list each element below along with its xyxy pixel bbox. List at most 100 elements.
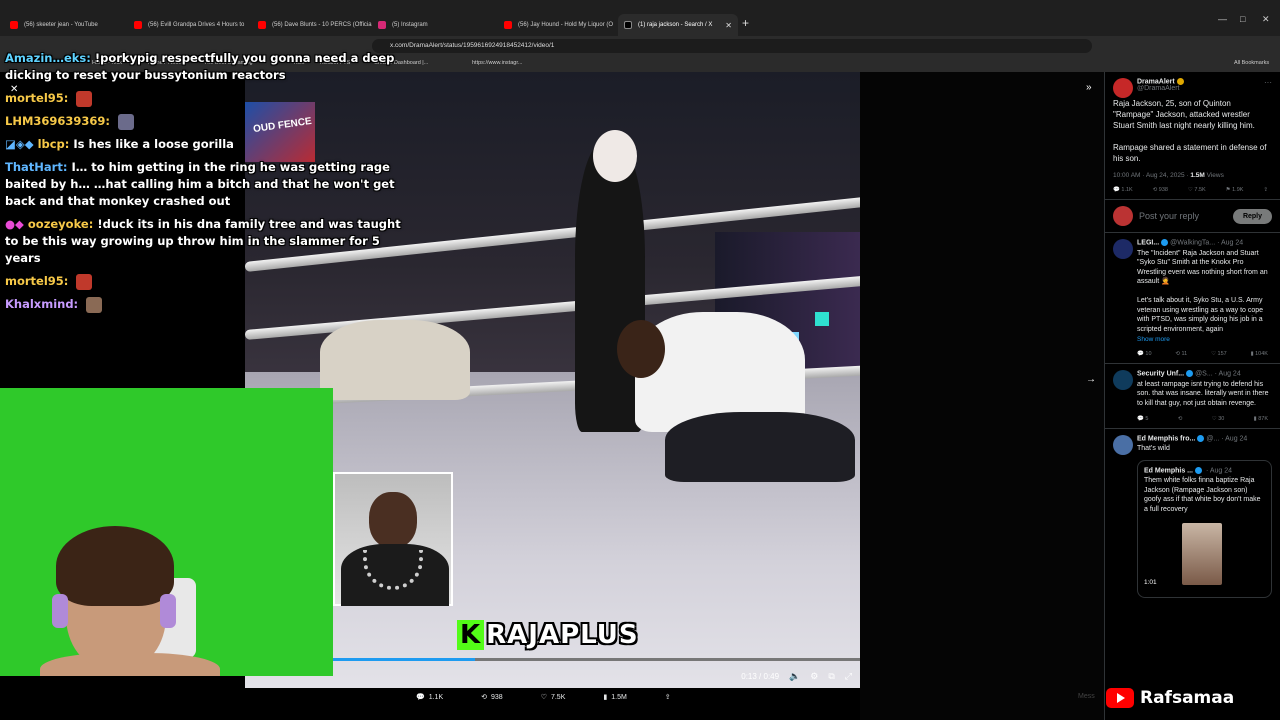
fullscreen-icon[interactable]: ⤢ xyxy=(845,671,852,682)
close-media-icon[interactable]: ✕ xyxy=(10,84,18,95)
reply-stat[interactable]: 💬 5 xyxy=(1137,416,1148,422)
repost-count: 11 xyxy=(1181,351,1188,358)
video-progress-bar[interactable] xyxy=(333,658,860,661)
like-action[interactable]: ♡ 7.5K xyxy=(541,693,566,702)
reply-button[interactable]: Reply xyxy=(1232,208,1272,224)
screen: (56) skeeter jean - YouTube (56) Evill G… xyxy=(0,0,1280,720)
close-tab-icon[interactable]: ✕ xyxy=(725,21,732,30)
instagram-icon xyxy=(378,21,386,29)
chat-message: LHM369639369: xyxy=(5,113,405,130)
new-tab-button[interactable]: + xyxy=(742,16,749,30)
close-window-button[interactable]: ✕ xyxy=(1262,14,1270,25)
post-date: Aug 24 xyxy=(1218,370,1241,378)
volume-icon[interactable]: 🔈 xyxy=(789,671,800,682)
bookmark-item[interactable]: https://www.instagr... xyxy=(472,60,522,66)
webcam-person-hair xyxy=(56,526,174,606)
reply-post[interactable]: LEGI... @WalkingTa... · Aug 24 The "Incid… xyxy=(1105,233,1280,365)
chat-message: mortel95: xyxy=(5,90,405,107)
avatar[interactable] xyxy=(1113,370,1133,391)
main-post: DramaAlert @DramaAlert ··· Raja Jackson,… xyxy=(1105,72,1280,201)
tab-x-search[interactable]: (1) raja jackson - Search / X ✕ xyxy=(618,14,738,36)
tab-youtube-jay-hound[interactable]: (56) Jay Hound - Hold My Liquor (O xyxy=(498,14,618,36)
verified-badge-icon xyxy=(1195,466,1203,474)
share-action[interactable]: ⇪ xyxy=(665,693,671,701)
post-author[interactable]: DramaAlert xyxy=(1137,78,1272,85)
kick-logo: K xyxy=(457,620,485,650)
video-victim-figure xyxy=(665,412,855,482)
chat-text: Is hes like a loose gorilla xyxy=(73,137,234,151)
repost-action[interactable]: ⟲ 938 xyxy=(481,693,503,702)
tab-label: (5) Instagram xyxy=(392,22,428,28)
post-text: at least rampage isnt trying to defend h… xyxy=(1137,380,1269,407)
view-count: 1.5M xyxy=(611,693,627,701)
video-facepaint-head xyxy=(593,130,637,182)
repost-icon: ⟲ xyxy=(481,694,487,701)
tab-youtube-dave-blunts[interactable]: (56) Dave Blunts - 10 PERCS (Officia xyxy=(252,14,372,36)
maximize-button[interactable]: □ xyxy=(1240,14,1245,24)
tab-instagram[interactable]: (5) Instagram xyxy=(372,14,492,36)
avatar[interactable] xyxy=(1113,78,1133,98)
reply-input[interactable]: Post your reply xyxy=(1139,211,1227,221)
reply-post[interactable]: Ed Memphis fro... @... · Aug 24 That's wi… xyxy=(1105,429,1280,604)
reply-stat[interactable]: 💬 10 xyxy=(1137,351,1152,357)
author-handle: @WalkingTa... xyxy=(1170,239,1216,247)
like-stat[interactable]: ♡ 30 xyxy=(1212,416,1225,422)
post-text: That's wild xyxy=(1137,445,1170,453)
more-options-icon[interactable]: ··· xyxy=(1264,78,1272,87)
reply-count: 1.1K xyxy=(428,693,444,701)
like-stat[interactable]: ♡ 157 xyxy=(1211,351,1227,357)
chat-message: mortel95: xyxy=(5,273,405,290)
video-attacker-head xyxy=(617,320,665,378)
tab-youtube-skeeter[interactable]: (56) skeeter jean - YouTube xyxy=(4,14,124,36)
author-handle: @... xyxy=(1206,435,1220,443)
post-meta: 10:00 AM · Aug 24, 2025 · 1.5M Views xyxy=(1113,172,1272,179)
author-name: DramaAlert xyxy=(1137,78,1175,86)
tab-label: (56) Dave Blunts - 10 PERCS (Officia xyxy=(272,22,372,28)
chat-emote-icon xyxy=(76,273,93,290)
all-bookmarks-button[interactable]: All Bookmarks xyxy=(1234,60,1269,66)
show-more-link[interactable]: Show more xyxy=(1137,336,1272,343)
post-date: Aug 24 xyxy=(1209,467,1233,475)
minimize-button[interactable]: — xyxy=(1218,14,1227,24)
pip-icon[interactable]: ⧉ xyxy=(828,671,834,682)
avatar[interactable] xyxy=(1113,239,1133,260)
quoted-author: Ed Memphis ... · Aug 24 xyxy=(1144,466,1233,475)
collapse-sidebar-icon[interactable]: » xyxy=(1086,82,1092,93)
chat-message: ◪◈◆ lbcp: Is hes like a loose gorilla xyxy=(5,136,405,153)
tab-youtube-grandpa[interactable]: (56) Evill Grandpa Drives 4 Hours to xyxy=(128,14,248,36)
settings-icon[interactable]: ⚙ xyxy=(810,671,818,682)
youtube-logo-icon xyxy=(1106,688,1134,708)
like-stat[interactable]: ♡ 7.5K xyxy=(1188,187,1206,193)
post-views: 1.5M xyxy=(1190,172,1205,180)
next-media-icon[interactable]: → xyxy=(1086,374,1096,385)
share-icon[interactable]: ⇪ xyxy=(1263,187,1268,193)
views-stat[interactable]: ▮ 104K xyxy=(1251,351,1268,357)
tab-label: (56) Evill Grandpa Drives 4 Hours to xyxy=(148,22,245,28)
views-action[interactable]: ▮ 1.5M xyxy=(603,693,627,702)
post-stats: 💬 5 ⟲ ♡ 30 ▮ 87K xyxy=(1137,416,1272,422)
address-bar[interactable]: x.com/DramaAlert/status/1959616924918452… xyxy=(372,39,1092,53)
repost-stat[interactable]: ⟲ xyxy=(1178,416,1183,422)
reply-post[interactable]: Security Unf... @S... · Aug 24 at least r… xyxy=(1105,364,1280,430)
reply-count: 10 xyxy=(1145,351,1152,358)
chat-badge-icon: ●◆ xyxy=(5,217,28,231)
stream-chat-overlay: Amazin…eks: !porkypig respectfully you go… xyxy=(5,50,405,319)
author-handle[interactable]: @DramaAlert xyxy=(1137,85,1272,92)
author-handle: @S... xyxy=(1195,370,1213,378)
reply-stat[interactable]: 💬 1.1K xyxy=(1113,187,1133,193)
post-views-label: Views xyxy=(1204,172,1224,180)
repost-stat[interactable]: ⟲ 938 xyxy=(1153,187,1168,193)
avatar[interactable] xyxy=(1113,435,1133,456)
quoted-video-thumbnail[interactable] xyxy=(1182,522,1222,585)
bookmark-stat[interactable]: ⚑ 1.9K xyxy=(1226,187,1244,193)
quoted-post[interactable]: Ed Memphis ... · Aug 24 Them white folks… xyxy=(1137,459,1272,598)
channel-name: Rafsamaa xyxy=(1140,688,1235,708)
post-sidebar: DramaAlert @DramaAlert ··· Raja Jackson,… xyxy=(1104,72,1280,720)
repost-stat[interactable]: ⟲ 11 xyxy=(1175,351,1187,357)
chat-username: Amazin…eks: xyxy=(5,51,91,65)
reply-action[interactable]: 💬 1.1K xyxy=(416,693,444,702)
post-date: Aug 24 xyxy=(1221,239,1244,247)
quoted-video-duration: 1:01 xyxy=(1144,578,1157,586)
avatar xyxy=(1113,206,1133,227)
views-stat[interactable]: ▮ 87K xyxy=(1254,416,1268,422)
